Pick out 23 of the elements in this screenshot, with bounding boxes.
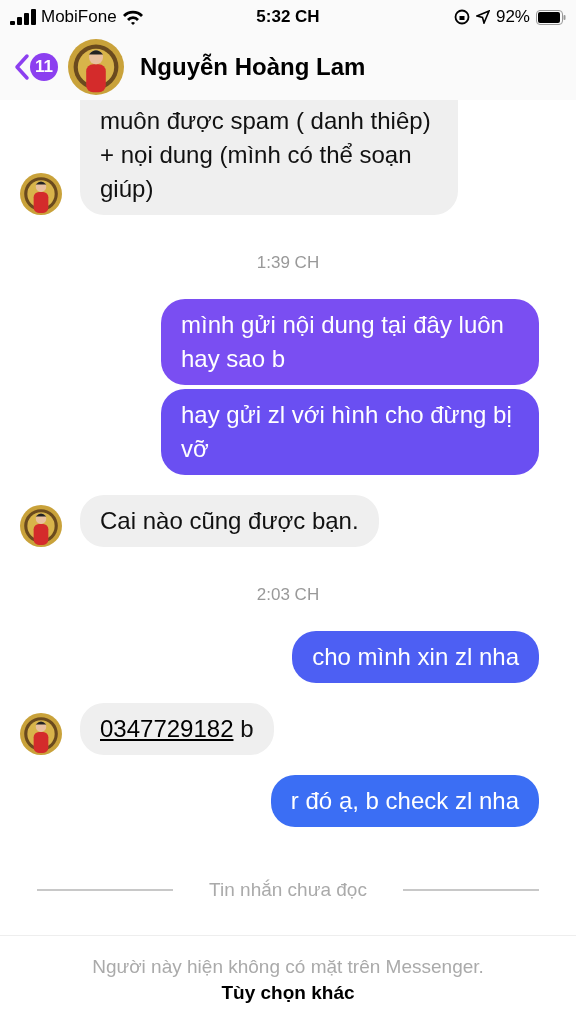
phone-link[interactable]: 0347729182 — [100, 715, 234, 742]
back-button[interactable]: 11 — [14, 53, 58, 81]
back-icon — [14, 53, 30, 81]
message-time: 2:03 CH — [255, 585, 321, 605]
battery-percent: 92% — [495, 7, 530, 27]
battery-icon — [536, 9, 566, 25]
more-options-link[interactable]: Tùy chọn khác — [221, 982, 355, 1003]
unread-count: 11 — [30, 53, 58, 81]
sent-message: mình gửi nội dung tại đây luôn hay sao b — [161, 299, 539, 385]
message-time: 1:39 CH — [255, 253, 321, 273]
received-message: Cai nào cũng được bạn. — [80, 495, 379, 547]
rotation-lock-icon — [453, 9, 470, 25]
received-message: 0347729182 b — [80, 703, 274, 755]
wifi-icon — [121, 9, 144, 25]
sent-message: cho mình xin zl nha — [292, 631, 539, 683]
unavailable-notice: Người này hiện không có mặt trên Messenger. Tùy chọn khác — [0, 935, 576, 1024]
sent-message: hay gửi zl với hình cho đừng bị vỡ — [161, 389, 539, 475]
location-icon — [475, 10, 490, 24]
sent-message: r đó ạ, b check zl nha — [270, 775, 539, 827]
signal-icon — [10, 9, 36, 25]
contact-name: Nguyễn Hoàng Lam — [140, 53, 366, 81]
status-time: 5:32 CH — [255, 7, 321, 27]
unread-divider-label: Tin nhắn chưa đọc — [209, 879, 367, 901]
